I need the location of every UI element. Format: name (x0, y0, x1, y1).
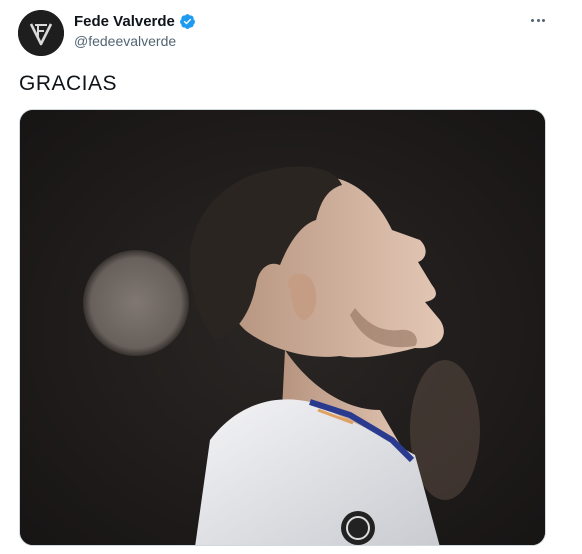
author-display-name[interactable]: Fede Valverde (74, 13, 175, 30)
tweet-text: GRACIAS (19, 72, 118, 95)
author-name-row[interactable]: Fede Valverde (74, 13, 196, 30)
verified-badge-icon (179, 13, 196, 30)
more-options-icon[interactable] (528, 10, 548, 30)
avatar[interactable] (18, 10, 64, 56)
player-looking-up-photo-icon (20, 110, 545, 545)
author-handle[interactable]: @fedeevalverde (74, 33, 176, 49)
tweet-card: Fede Valverde @fedeevalverde GRACIAS (0, 0, 582, 554)
fv-monogram-logo-icon (18, 10, 64, 56)
tweet-photo[interactable] (19, 109, 546, 546)
